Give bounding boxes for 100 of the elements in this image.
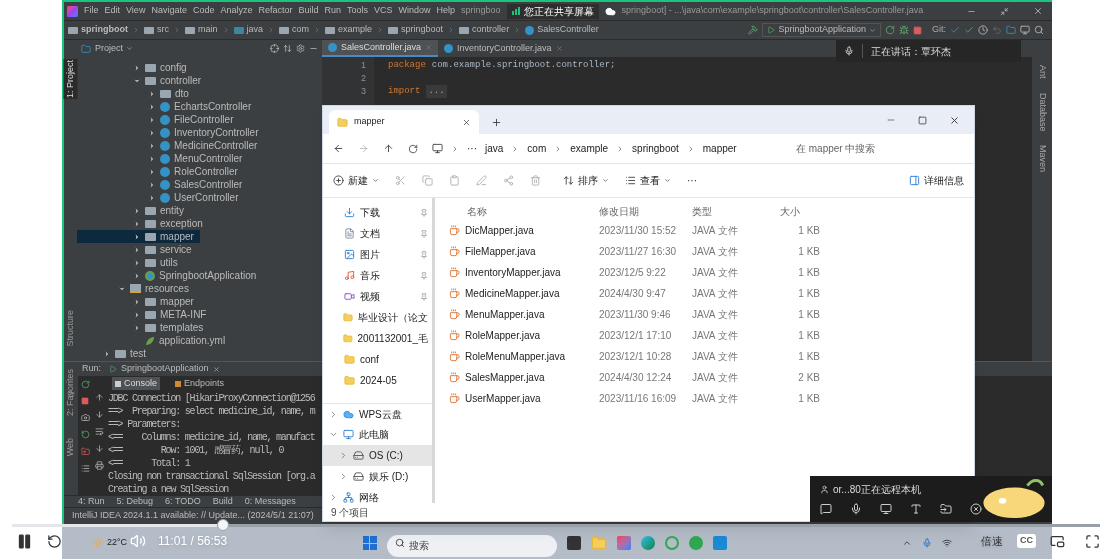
tool-window-button[interactable]: Structure (63, 309, 78, 348)
scroll-end-icon[interactable] (94, 444, 104, 453)
file-row[interactable]: DicMapper.java 2023/11/30 15:52 JAVA 文件 1 KB (449, 220, 974, 241)
editor-tab[interactable]: SalesController.java (322, 40, 439, 57)
collapsed-arrow-icon[interactable] (133, 258, 141, 267)
taskbar-search-field[interactable]: 搜索 (386, 534, 557, 557)
tree-item[interactable]: mapper (77, 295, 200, 308)
menu-item[interactable]: Tools (347, 4, 369, 18)
restore-icon[interactable] (1000, 6, 1009, 16)
menu-item[interactable]: VCS (374, 4, 393, 18)
file-row[interactable]: UserMapper.java 2023/11/16 16:09 JAVA 文件 1 KB (449, 388, 974, 409)
tool-window-button[interactable]: Ant (1035, 65, 1049, 79)
tree-item[interactable]: META-INF (77, 308, 213, 321)
collapsed-arrow-icon[interactable] (133, 245, 141, 254)
sidebar-item[interactable]: OS (C:) (323, 445, 432, 466)
file-row[interactable]: RoleMenuMapper.java 2023/12/1 10:28 JAVA 文件 1 KB (449, 346, 974, 367)
soft-wrap-icon[interactable] (94, 427, 104, 436)
commit-check-icon[interactable] (964, 25, 974, 35)
column-header[interactable]: 类型 (692, 203, 770, 219)
refresh-icon[interactable] (408, 143, 418, 154)
collapsed-arrow-icon[interactable] (133, 206, 141, 215)
sidebar-item[interactable]: 2024-05 (323, 370, 432, 391)
settings-icon[interactable] (296, 44, 305, 53)
collapsed-arrow-icon[interactable] (133, 219, 141, 228)
new-button[interactable]: 新建 (333, 173, 379, 188)
file-row[interactable]: MenuMapper.java 2023/11/30 9:46 JAVA 文件 1 KB (449, 304, 974, 325)
chevron-down-icon[interactable] (329, 430, 338, 439)
stop-icon[interactable] (913, 25, 922, 35)
breadcrumb-item[interactable]: java (233, 23, 264, 37)
console-tab[interactable]: Console (112, 376, 161, 391)
tree-item[interactable]: service (77, 243, 198, 256)
sidebar-item[interactable]: 2001132001_毛 (323, 328, 432, 349)
collapsed-arrow-icon[interactable] (148, 102, 156, 111)
path-segment[interactable]: com (527, 141, 547, 156)
breadcrumb-item[interactable]: main (185, 23, 218, 37)
back-icon[interactable] (333, 143, 344, 154)
tree-item[interactable]: templates (77, 321, 210, 334)
collapsed-arrow-icon[interactable] (148, 154, 156, 163)
file-row[interactable]: SalesMapper.java 2024/4/30 12:24 JAVA 文件 2 KB (449, 367, 974, 388)
column-header[interactable]: 大小 (770, 203, 810, 219)
editor-tab[interactable]: InventoryController.java (438, 40, 569, 57)
sidebar-item[interactable]: 视频 (323, 286, 432, 307)
tool-window-button[interactable]: Web (63, 436, 78, 457)
search-field[interactable]: 在 mapper 中搜索 (796, 141, 964, 156)
tree-item[interactable]: entity (77, 204, 190, 217)
project-view-dropdown[interactable]: Project (95, 41, 133, 56)
exit-icon[interactable] (80, 447, 90, 456)
tree-item[interactable]: config (77, 61, 193, 74)
collapsed-arrow-icon[interactable] (148, 128, 156, 137)
tree-item[interactable]: SpringbootApplication (77, 269, 263, 282)
sidebar-item[interactable]: 毕业设计（论文 (323, 307, 432, 328)
breadcrumb-item[interactable]: controller (459, 23, 510, 37)
tree-item[interactable]: MenuController (77, 152, 249, 165)
menu-item[interactable]: Window (398, 4, 431, 18)
replay-icon[interactable] (47, 533, 62, 549)
tool-window-button[interactable]: Maven (1035, 145, 1049, 173)
menu-item[interactable]: Code (192, 4, 215, 18)
explorer-tab[interactable]: mapper (329, 110, 479, 134)
file-row[interactable]: MedicineMapper.java 2024/4/30 9:47 JAVA 文件 1 KB (449, 283, 974, 304)
path-segment[interactable]: example (570, 141, 609, 156)
chevron-right-icon[interactable] (339, 451, 348, 460)
collapsed-arrow-icon[interactable] (133, 232, 141, 241)
tree-item[interactable]: controller (77, 74, 208, 87)
close-tab-icon[interactable] (462, 117, 471, 127)
breadcrumb-item[interactable]: springboot (388, 23, 444, 37)
sidebar-item[interactable]: 文档 (323, 223, 432, 244)
menu-item[interactable]: Refactor (258, 4, 293, 18)
path-segment[interactable]: java (485, 141, 504, 156)
collapsed-arrow-icon[interactable] (133, 271, 141, 280)
update-check-icon[interactable] (950, 25, 960, 35)
collapsed-arrow-icon[interactable] (133, 297, 141, 306)
locate-icon[interactable] (270, 44, 279, 53)
fullscreen-icon[interactable] (1085, 533, 1100, 549)
terminal-icon[interactable] (1020, 25, 1030, 35)
sidebar-item[interactable]: 此电脑 (323, 424, 432, 445)
collapsed-arrow-icon[interactable] (103, 349, 111, 358)
file-transfer-icon[interactable] (940, 503, 952, 515)
breadcrumb-item[interactable]: example (325, 23, 373, 37)
column-header[interactable]: 名称 (449, 203, 599, 219)
rerun-icon[interactable] (80, 380, 90, 389)
tree-item[interactable]: InventoryController (77, 126, 265, 139)
tree-item[interactable]: test (77, 347, 153, 360)
up-icon[interactable] (383, 143, 394, 154)
tree-item[interactable]: RoleController (77, 165, 244, 178)
tool-window-button[interactable]: 5: Debug (116, 497, 154, 506)
sidebar-item[interactable]: 图片 (323, 244, 432, 265)
more-button[interactable]: ··· (687, 173, 697, 188)
close-icon[interactable] (949, 114, 960, 126)
wifi-icon[interactable] (942, 538, 952, 548)
disconnect-icon[interactable] (970, 503, 982, 515)
tool-window-button[interactable]: 1: Project (63, 59, 78, 100)
history-icon[interactable] (978, 25, 988, 35)
console-tab[interactable]: Endpoints (172, 376, 228, 391)
column-header[interactable]: 修改日期 (599, 203, 692, 219)
scroll-down-icon[interactable] (94, 410, 104, 419)
sidebar-item[interactable]: 下载 (323, 202, 432, 223)
maximize-icon[interactable] (918, 115, 927, 125)
chat-icon[interactable] (820, 503, 832, 515)
collapsed-arrow-icon[interactable] (148, 141, 156, 150)
menu-item[interactable]: Run (324, 4, 341, 18)
